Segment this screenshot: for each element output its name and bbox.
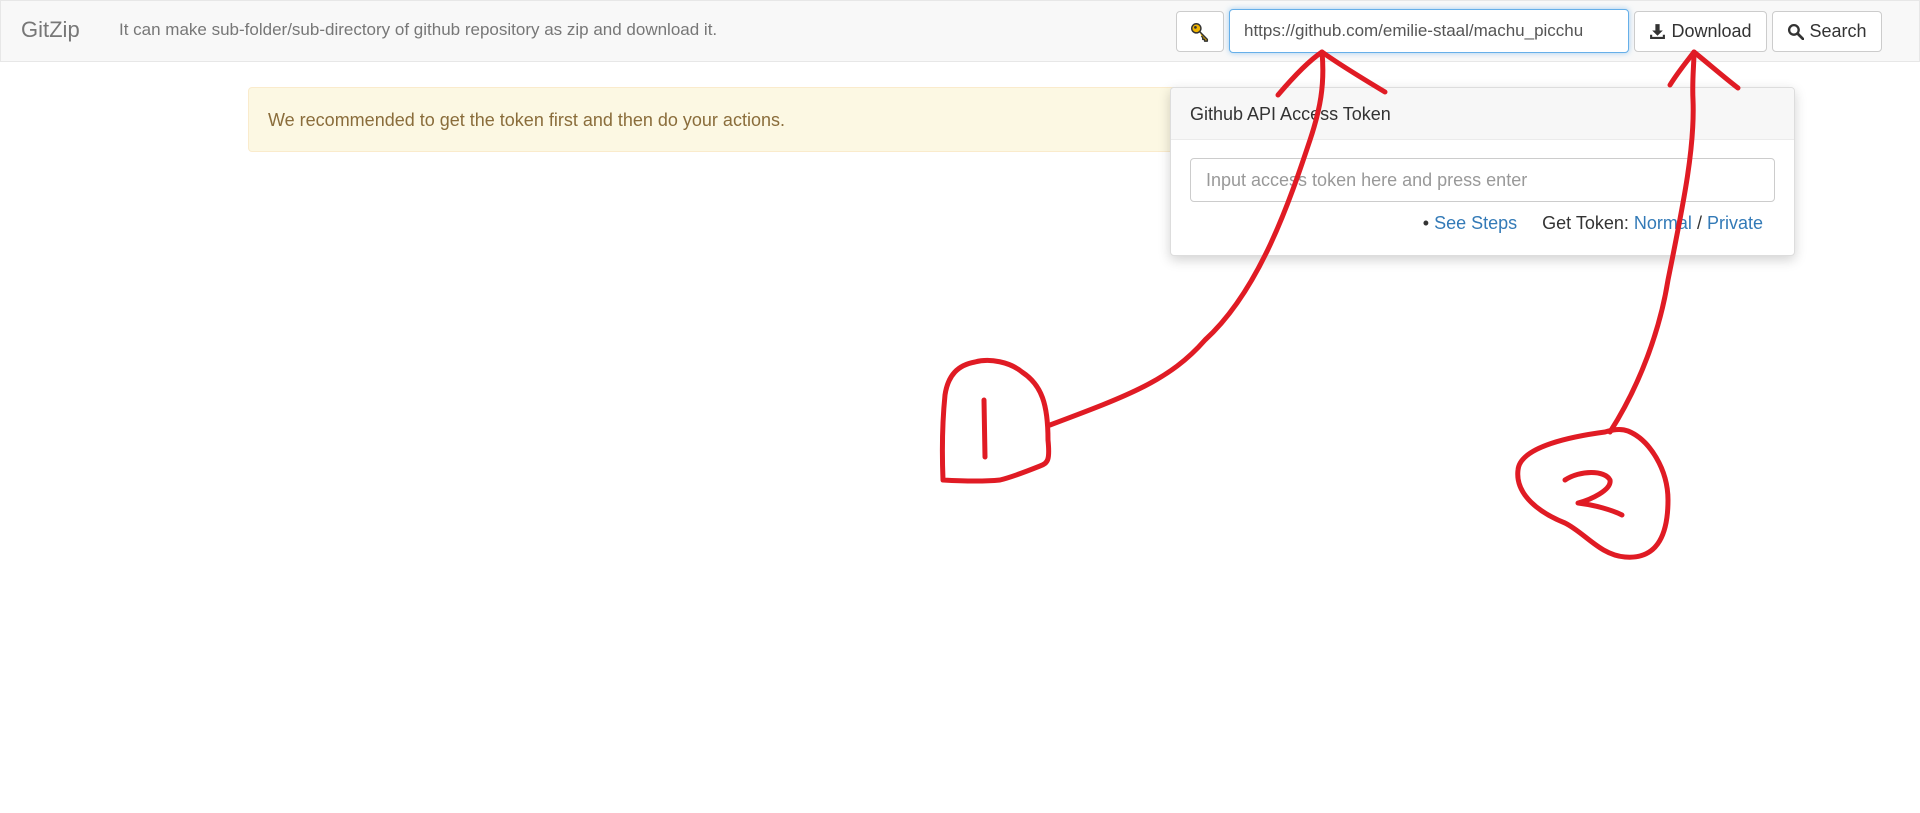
alert-text: We recommended to get the token first an… [268,110,785,130]
annotation-circle-2 [1515,426,1671,560]
normal-token-link[interactable]: Normal [1634,213,1692,233]
app-description: It can make sub-folder/sub-directory of … [119,20,718,39]
bullet: • [1422,213,1430,233]
annotation-box-1 [939,357,1052,484]
token-key-button[interactable] [1176,11,1224,52]
search-icon [1788,23,1805,40]
token-links: • See Steps Get Token: Normal / Private [1423,213,1763,234]
repo-url-input[interactable] [1229,9,1629,53]
popover-title: Github API Access Token [1171,88,1794,140]
annotation-digit-2 [1562,470,1625,518]
download-icon [1650,24,1666,39]
link-separator: / [1696,213,1702,233]
annotation-digit-1 [981,397,988,460]
token-popover: Github API Access Token • See Steps Get … [1170,87,1795,256]
navbar: GitZip It can make sub-folder/sub-direct… [0,0,1920,62]
private-token-link[interactable]: Private [1707,213,1763,233]
download-label: Download [1671,21,1752,41]
see-steps-link[interactable]: See Steps [1434,213,1517,233]
search-label: Search [1809,21,1867,41]
brand-logo[interactable]: GitZip [21,17,80,43]
search-button[interactable]: Search [1772,11,1882,52]
get-token-label: Get Token: [1542,213,1629,233]
access-token-input[interactable] [1190,158,1775,202]
key-icon [1191,22,1209,42]
download-button[interactable]: Download [1634,11,1767,52]
